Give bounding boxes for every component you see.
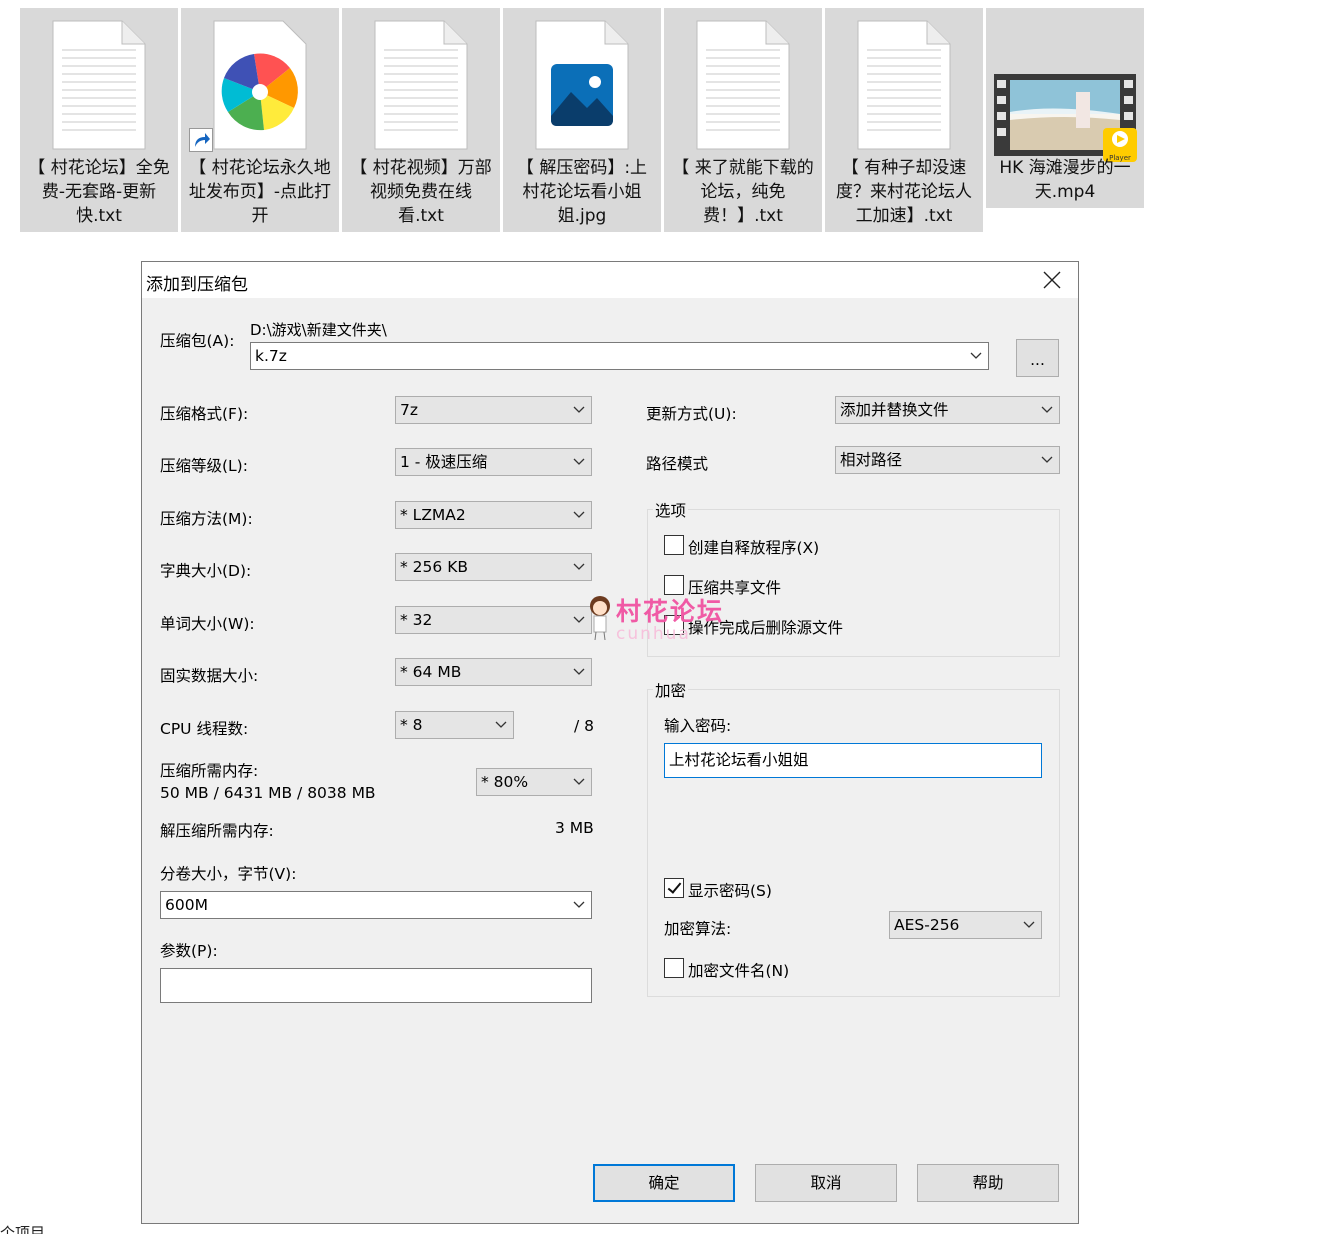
help-button[interactable]: 帮助 — [917, 1164, 1059, 1202]
params-input[interactable] — [160, 968, 592, 1003]
watermark-subtext: cunhua — [616, 624, 691, 644]
file-name: HK 海滩漫步的一天.mp4 — [999, 158, 1131, 202]
browse-button[interactable]: ... — [1016, 339, 1059, 377]
title-bar: 添加到压缩包 — [142, 262, 1078, 298]
file-tile[interactable]: Player HK 海滩漫步的一天.mp4 — [986, 8, 1144, 208]
dialog-title: 添加到压缩包 — [146, 275, 248, 295]
update-label: 更新方式(U): — [646, 405, 737, 423]
file-name: 【 有种子却没速度？来村花论坛人工加速】.txt — [836, 158, 972, 226]
archive-label: 压缩包(A): — [160, 332, 235, 350]
chevron-down-icon — [1041, 456, 1053, 463]
file-tile[interactable]: 【 有种子却没速度？来村花论坛人工加速】.txt — [825, 8, 983, 232]
file-tile[interactable]: 【 村花论坛】全免费-无套路-更新快.txt — [20, 8, 178, 232]
cpu-max: / 8 — [574, 717, 595, 735]
dict-select[interactable]: * 256 KB — [395, 553, 592, 581]
mem-select[interactable]: * 80% — [476, 768, 592, 796]
format-select[interactable]: 7z — [395, 396, 592, 424]
chevron-down-icon — [573, 778, 585, 785]
mem-detail: 50 MB / 6431 MB / 8038 MB — [160, 784, 376, 802]
level-select[interactable]: 1 - 极速压缩 — [395, 448, 592, 476]
text-document-icon — [825, 14, 983, 158]
path-mode-select[interactable]: 相对路径 — [835, 446, 1060, 474]
level-label: 压缩等级(L): — [160, 457, 248, 475]
text-document-icon — [664, 14, 822, 158]
file-name: 【 来了就能下载的论坛，纯免费！】.txt — [672, 158, 814, 226]
cpu-label: CPU 线程数: — [160, 720, 249, 738]
chevron-down-icon — [573, 458, 585, 465]
cartoon-girl-icon — [590, 596, 610, 641]
sfx-label: 创建自释放程序(X) — [688, 539, 820, 557]
word-label: 单词大小(W): — [160, 615, 255, 633]
shortcut-arrow-icon — [189, 128, 213, 152]
encrypt-names-label: 加密文件名(N) — [688, 962, 790, 980]
encrypt-names-checkbox[interactable] — [664, 958, 684, 978]
watermark-text: 村花论坛 — [616, 597, 725, 626]
archive-name-combo[interactable]: k.7z — [250, 342, 989, 370]
method-select[interactable]: * LZMA2 — [395, 501, 592, 529]
chevron-down-icon — [495, 721, 507, 728]
archive-path: D:\游戏\新建文件夹\ — [250, 321, 387, 339]
solid-select[interactable]: * 64 MB — [395, 658, 592, 686]
chevron-down-icon — [573, 563, 585, 570]
text-document-icon — [342, 14, 500, 158]
options-title: 选项 — [653, 499, 689, 521]
video-thumbnail-icon: Player — [986, 14, 1144, 162]
format-label: 压缩格式(F): — [160, 405, 249, 423]
decomp-value: 3 MB — [555, 819, 594, 837]
path-mode-label: 路径模式 — [646, 455, 709, 473]
cancel-button[interactable]: 取消 — [755, 1164, 897, 1202]
chevron-down-icon — [1023, 921, 1035, 928]
chevron-down-icon — [573, 406, 585, 413]
watermark-logo: 村花论坛 cunhua — [586, 592, 756, 646]
chevron-down-icon — [573, 901, 585, 908]
image-file-icon — [503, 14, 661, 158]
encryption-title: 加密 — [653, 679, 689, 701]
file-tile[interactable]: 【 来了就能下载的论坛，纯免费！】.txt — [664, 8, 822, 232]
pinwheel-browser-icon — [181, 14, 339, 158]
file-name: 【 村花视频】万部视频免费在线看.txt — [350, 158, 492, 226]
show-password-checkbox[interactable] — [664, 878, 684, 898]
dict-label: 字典大小(D): — [160, 562, 252, 580]
algo-label: 加密算法: — [664, 920, 732, 938]
chevron-down-icon — [1041, 406, 1053, 413]
add-to-archive-dialog: 添加到压缩包 压缩包(A): D:\游戏\新建文件夹\ k.7z ... 压缩格… — [141, 261, 1079, 1224]
password-label: 输入密码: — [664, 717, 732, 735]
close-icon[interactable] — [1040, 268, 1064, 292]
file-name: 【 村花论坛永久地址发布页】-点此打开 — [188, 158, 332, 226]
algo-select[interactable]: AES-256 — [889, 911, 1042, 939]
file-tile[interactable]: 【 村花论坛永久地址发布页】-点此打开 — [181, 8, 339, 232]
archive-name-value: k.7z — [255, 347, 287, 365]
status-bar-item-count: 个项目 — [0, 1224, 46, 1234]
sfx-checkbox[interactable] — [664, 535, 684, 555]
file-name: 【 解压密码】:上村花论坛看小姐姐.jpg — [516, 158, 648, 226]
update-select[interactable]: 添加并替换文件 — [835, 396, 1060, 424]
password-input[interactable]: 上村花论坛看小姐姐 — [664, 743, 1042, 778]
chevron-down-icon — [573, 616, 585, 623]
cpu-select[interactable]: * 8 — [395, 711, 514, 739]
mem-label: 压缩所需内存: — [160, 762, 259, 780]
file-name: 【 村花论坛】全免费-无套路-更新快.txt — [28, 158, 170, 226]
show-password-label: 显示密码(S) — [688, 882, 772, 900]
file-tile[interactable]: 【 解压密码】:上村花论坛看小姐姐.jpg — [503, 8, 661, 232]
word-select[interactable]: * 32 — [395, 606, 592, 634]
volume-combo[interactable]: 600M — [160, 891, 592, 919]
decomp-label: 解压缩所需内存: — [160, 822, 274, 840]
method-label: 压缩方法(M): — [160, 510, 253, 528]
solid-label: 固实数据大小: — [160, 667, 259, 685]
file-tile[interactable]: 【 村花视频】万部视频免费在线看.txt — [342, 8, 500, 232]
text-document-icon — [20, 14, 178, 158]
volume-label: 分卷大小，字节(V): — [160, 865, 297, 883]
chevron-down-icon — [573, 511, 585, 518]
params-label: 参数(P): — [160, 942, 218, 960]
ok-button[interactable]: 确定 — [593, 1164, 735, 1202]
chevron-down-icon — [970, 352, 982, 359]
chevron-down-icon — [573, 668, 585, 675]
